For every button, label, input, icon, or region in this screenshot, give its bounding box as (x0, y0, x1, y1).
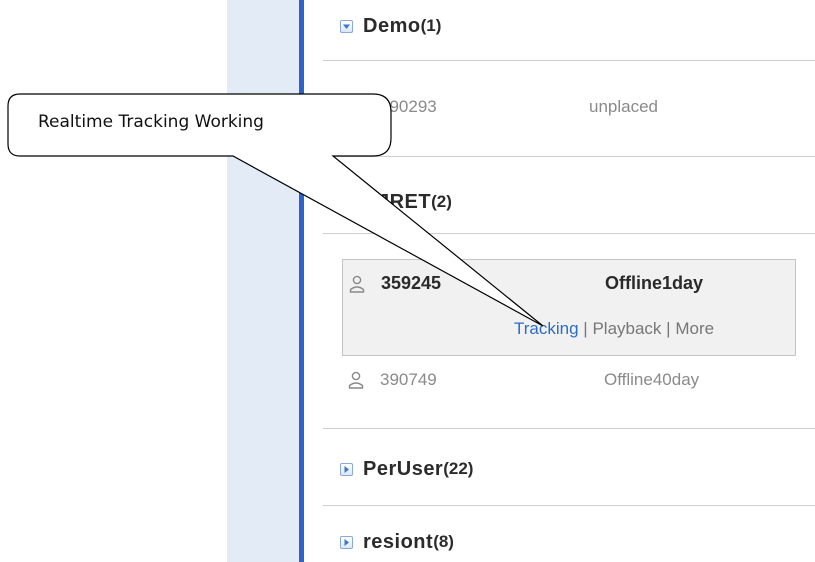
separator: | (583, 319, 588, 338)
expand-icon[interactable] (340, 462, 353, 476)
more-link[interactable]: More (675, 319, 714, 338)
device-status: Offline1day (605, 273, 704, 293)
device-status: unplaced (589, 92, 658, 122)
group-demo[interactable]: Demo (1) (340, 11, 441, 41)
device-status-text: Offline40day (604, 370, 700, 389)
group-name: resiont (363, 530, 434, 553)
person-icon (349, 275, 365, 293)
separator: | (666, 319, 671, 338)
group-count: (2) (431, 192, 452, 211)
expand-icon[interactable] (340, 535, 353, 549)
group-count: (8) (433, 532, 454, 551)
device-id: 390293 (380, 97, 437, 116)
group-njret[interactable]: NJRET (2) (340, 187, 452, 217)
callout-text: Realtime Tracking Working (38, 112, 264, 132)
splitter-bar[interactable] (299, 0, 304, 562)
group-name: Demo (363, 14, 421, 37)
group-name: NJRET (363, 190, 432, 213)
playback-link[interactable]: Playback (592, 319, 661, 338)
collapse-icon[interactable] (340, 195, 353, 209)
group-peruser[interactable]: PerUser (22) (340, 454, 473, 484)
device-status: Offline40day (604, 365, 699, 395)
group-name: PerUser (363, 457, 444, 480)
device-id: 359245 (381, 273, 442, 293)
divider (323, 156, 815, 157)
group-resiont[interactable]: resiont (8) (340, 527, 454, 557)
person-icon (348, 371, 364, 389)
group-count: (22) (443, 459, 474, 478)
device-id: 390749 (380, 370, 437, 389)
device-row[interactable]: 390293 (380, 92, 437, 122)
divider (323, 505, 815, 506)
device-card-selected[interactable]: 359245 Offline1day Tracking | Playback |… (342, 259, 796, 356)
divider (323, 428, 815, 429)
divider (323, 60, 815, 61)
divider (323, 233, 815, 234)
tracking-link[interactable]: Tracking (514, 319, 579, 338)
collapse-icon[interactable] (340, 19, 353, 33)
left-panel (227, 0, 299, 562)
device-row[interactable]: 390749 (380, 365, 437, 395)
device-status-text: unplaced (589, 97, 659, 116)
group-count: (1) (420, 16, 442, 35)
device-actions: Tracking | Playback | More (514, 319, 714, 339)
